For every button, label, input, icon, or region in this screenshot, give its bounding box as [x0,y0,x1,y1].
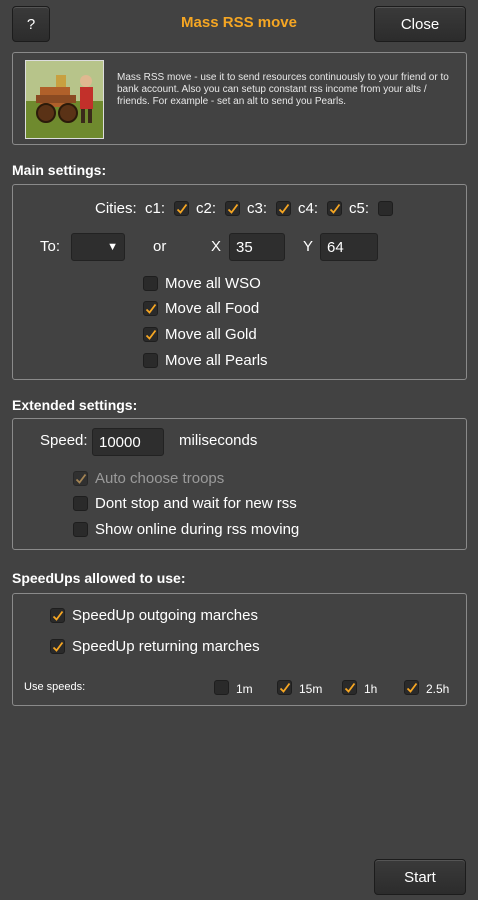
x-label: X [211,238,222,255]
use-speeds-label: Use speeds: [24,681,86,693]
move-food-checkbox[interactable] [143,301,158,316]
cities-label: Cities: [95,200,137,217]
city-c5-checkbox[interactable] [378,201,393,216]
speed-1h-label: 1h [364,682,378,696]
speed-15m-checkbox[interactable] [277,680,292,695]
move-wso-label: Move all WSO [165,275,261,292]
show-online-checkbox[interactable] [73,522,88,537]
city-c3-checkbox[interactable] [276,201,291,216]
move-gold-label: Move all Gold [165,326,257,343]
city-c5-label: c5: [349,200,370,217]
dont-stop-checkbox[interactable] [73,496,88,511]
intro-description: Mass RSS move - use it to send resources… [117,72,449,107]
city-c1-label: c1: [145,200,166,217]
auto-choose-troops-checkbox[interactable] [73,471,88,486]
close-button[interactable]: Close [374,6,466,42]
move-pearls-label: Move all Pearls [165,352,268,369]
city-c2-checkbox[interactable] [225,201,240,216]
speed-2-5h-checkbox[interactable] [404,680,419,695]
to-label: To: [40,238,61,255]
move-food-label: Move all Food [165,300,260,317]
x-input[interactable]: 35 [229,233,285,261]
speed-15m-label: 15m [299,682,323,696]
speed-label: Speed: [40,432,88,449]
move-gold-checkbox[interactable] [143,327,158,342]
speed-1m-checkbox[interactable] [214,680,229,695]
chevron-down-icon: ▼ [107,241,118,253]
city-c2-label: c2: [196,200,217,217]
y-input[interactable]: 64 [320,233,378,261]
or-label: or [153,238,167,255]
speed-2-5h-label: 2.5h [426,682,450,696]
y-label: Y [303,238,314,255]
city-c4-label: c4: [298,200,319,217]
move-wso-checkbox[interactable] [143,276,158,291]
extended-settings-title: Extended settings: [12,397,138,413]
speedup-returning-checkbox[interactable] [50,639,65,654]
auto-choose-troops-label: Auto choose troops [95,470,225,487]
speed-input[interactable]: 10000 [92,428,164,456]
city-c3-label: c3: [247,200,268,217]
speed-1h-checkbox[interactable] [342,680,357,695]
show-online-label: Show online during rss moving [95,521,300,538]
speedup-outgoing-checkbox[interactable] [50,608,65,623]
speed-unit-label: miliseconds [179,432,258,449]
caravan-image [25,60,104,139]
speedup-returning-label: SpeedUp returning marches [72,638,260,655]
city-c4-checkbox[interactable] [327,201,342,216]
speed-1m-label: 1m [236,682,253,696]
move-pearls-checkbox[interactable] [143,353,158,368]
main-settings-title: Main settings: [12,162,107,178]
speedups-title: SpeedUps allowed to use: [12,570,186,586]
start-button[interactable]: Start [374,859,466,895]
city-c1-checkbox[interactable] [174,201,189,216]
dont-stop-label: Dont stop and wait for new rss [95,495,297,512]
speedup-outgoing-label: SpeedUp outgoing marches [72,607,258,624]
to-select[interactable]: ▼ [71,233,125,261]
